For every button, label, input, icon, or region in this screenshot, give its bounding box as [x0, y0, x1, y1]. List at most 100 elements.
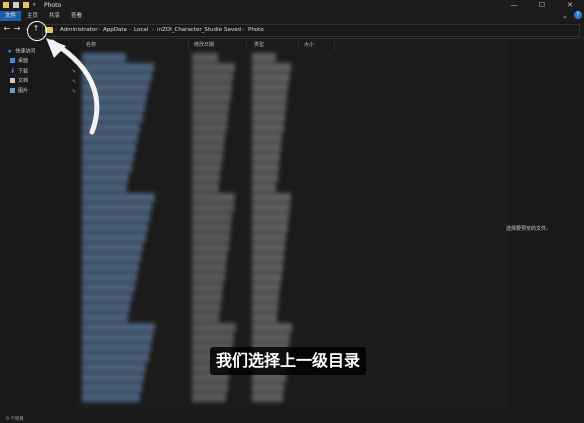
close-icon: ✕	[567, 1, 573, 9]
blurred-row	[82, 263, 139, 272]
blurred-row	[252, 223, 288, 232]
blurred-row	[252, 303, 278, 312]
blurred-row	[82, 303, 131, 312]
breadcrumb-saved[interactable]: Saved	[224, 26, 241, 35]
desktop-icon	[10, 57, 15, 63]
blurred-row	[82, 203, 153, 212]
blurred-row	[252, 243, 286, 252]
blurred-row	[252, 73, 290, 82]
blurred-row	[192, 153, 223, 162]
blurred-row	[252, 163, 279, 172]
column-divider[interactable]	[246, 41, 247, 50]
blurred-row	[252, 233, 287, 242]
blurred-row	[252, 113, 285, 122]
breadcrumb-local[interactable]: Local	[134, 26, 148, 35]
blurred-row	[252, 103, 286, 112]
breadcrumb-administrator[interactable]: Administrator	[60, 26, 98, 35]
blurred-row	[82, 383, 142, 392]
tab-share[interactable]: 共享	[44, 11, 65, 21]
minimize-button[interactable]: —	[500, 0, 528, 11]
address-bar[interactable]: › Administrator › AppData › Local › inZO…	[42, 24, 580, 37]
back-button[interactable]: ←	[2, 24, 12, 34]
blurred-row	[192, 143, 225, 152]
tab-view[interactable]: 查看	[66, 11, 87, 21]
title-bar: ▾ Photo — ☐ ✕	[0, 0, 584, 11]
blurred-row	[192, 73, 234, 82]
column-header-date[interactable]: 修改日期	[194, 41, 214, 50]
quick-access-dropdown-icon[interactable]: ▾	[33, 2, 36, 8]
blurred-row	[192, 323, 236, 332]
breadcrumb-inzoi[interactable]: inZOI_Character_Studio	[157, 26, 222, 35]
blurred-row	[252, 273, 282, 282]
blurred-row	[252, 323, 292, 332]
blurred-row	[192, 53, 219, 62]
blurred-row	[252, 213, 289, 222]
blurred-row	[82, 213, 151, 222]
blurred-row	[192, 193, 236, 202]
sidebar-item-desktop[interactable]: 桌面	[10, 57, 28, 66]
blurred-row	[252, 173, 278, 182]
breadcrumb-separator: ›	[55, 27, 58, 33]
blurred-row	[82, 253, 142, 262]
blurred-row	[252, 313, 277, 322]
properties-icon[interactable]	[13, 2, 19, 8]
sidebar-item-documents[interactable]: 文档	[10, 77, 28, 86]
blurred-row	[252, 203, 290, 212]
blurred-row	[192, 233, 230, 242]
blurred-row	[252, 83, 289, 92]
blurred-row	[82, 333, 154, 342]
blurred-row	[252, 283, 281, 292]
column-divider[interactable]	[188, 41, 189, 50]
breadcrumb-separator: ›	[219, 27, 222, 33]
ribbon-expand-icon[interactable]: ⌄	[562, 12, 568, 20]
forward-button[interactable]: →	[12, 24, 22, 34]
blurred-row	[82, 143, 137, 152]
forward-arrow-icon: →	[13, 24, 21, 33]
maximize-icon: ☐	[538, 1, 546, 9]
sidebar-item-downloads[interactable]: ⬇ 下载	[10, 67, 28, 76]
blurred-row	[192, 303, 221, 312]
blurred-row	[252, 63, 291, 72]
sidebar-item-pictures[interactable]: 图片	[10, 87, 28, 96]
blurred-row	[192, 393, 227, 402]
video-subtitle: 我们选择上一级目录	[210, 347, 367, 375]
tab-file[interactable]: 文件	[0, 11, 22, 21]
sidebar-item-quick-access[interactable]: ★ 快速访问	[7, 47, 35, 56]
column-divider[interactable]	[298, 41, 299, 50]
blurred-row	[192, 163, 222, 172]
blurred-row	[82, 323, 156, 332]
blurred-row	[82, 173, 130, 182]
column-divider[interactable]	[334, 41, 335, 50]
breadcrumb-separator: ›	[242, 27, 245, 33]
blurred-row	[192, 293, 222, 302]
blurred-row	[192, 83, 233, 92]
blurred-row	[82, 163, 132, 172]
picture-icon	[10, 87, 15, 93]
breadcrumb-photo[interactable]: Photo	[248, 26, 264, 35]
column-header-size[interactable]: 大小	[304, 41, 314, 50]
new-folder-icon[interactable]	[23, 2, 29, 8]
column-header-type[interactable]: 类型	[254, 41, 264, 50]
window-title: Photo	[44, 2, 62, 9]
close-button[interactable]: ✕	[556, 0, 584, 11]
maximize-button[interactable]: ☐	[528, 0, 556, 11]
blurred-row	[82, 273, 137, 282]
tab-home[interactable]: 主页	[22, 11, 43, 21]
blurred-row	[252, 93, 288, 102]
blurred-row	[82, 373, 145, 382]
blurred-row	[192, 223, 232, 232]
blurred-row	[252, 253, 284, 262]
blurred-row	[82, 193, 155, 202]
blurred-row	[192, 123, 227, 132]
status-bar: 0 个项目	[0, 416, 584, 423]
blurred-row	[82, 233, 146, 242]
blurred-row	[192, 113, 229, 122]
blurred-row	[192, 313, 220, 322]
help-icon[interactable]: ?	[574, 11, 582, 19]
breadcrumb-appdata[interactable]: AppData	[103, 26, 127, 35]
blurred-row	[82, 293, 133, 302]
breadcrumb-separator: ›	[152, 27, 155, 33]
blurred-row	[82, 393, 140, 402]
preview-pane-message: 选择要预览的文件。	[506, 226, 552, 232]
ribbon: 文件 主页 共享 查看 ⌄ ?	[0, 11, 584, 21]
